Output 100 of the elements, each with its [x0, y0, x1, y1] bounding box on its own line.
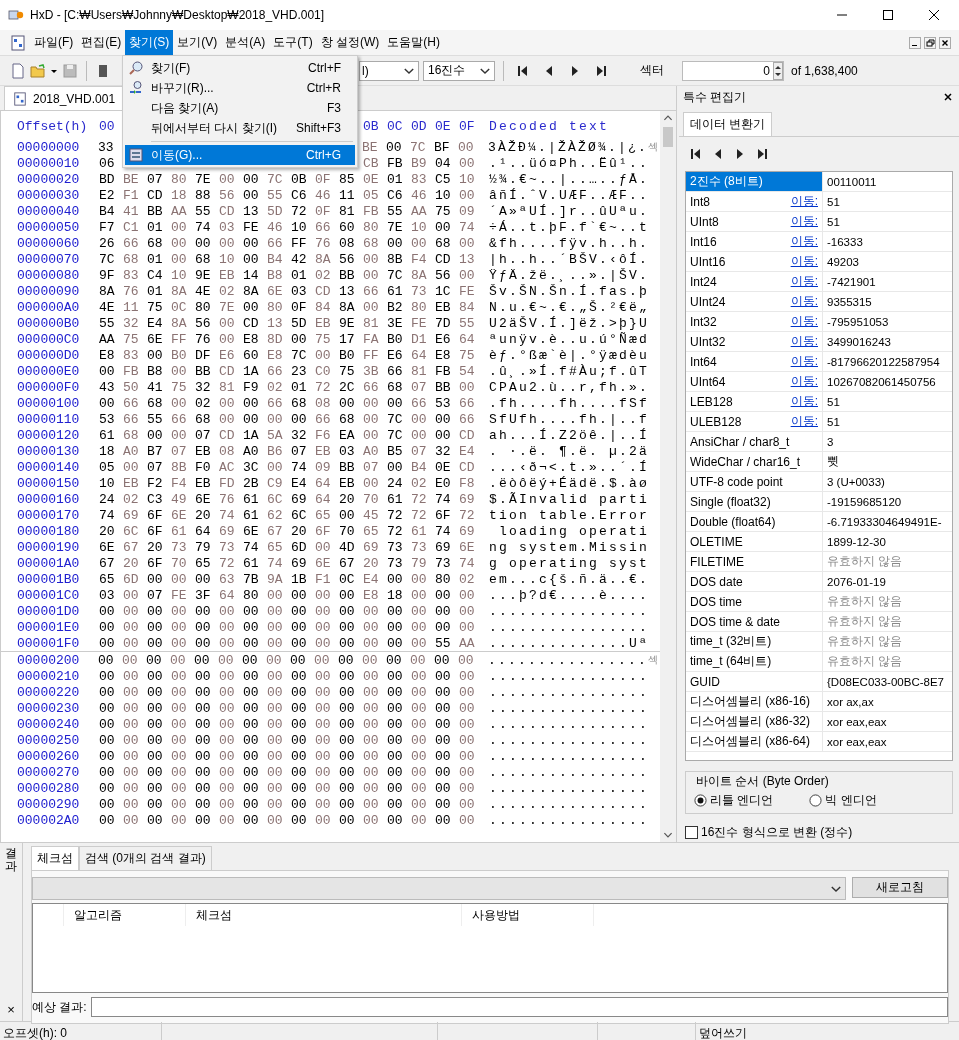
decoded-text[interactable]: ................ — [489, 716, 651, 732]
hex-byte[interactable]: EB — [123, 475, 139, 491]
hex-byte[interactable]: B4 — [267, 251, 283, 267]
hex-byte[interactable]: 79 — [411, 555, 427, 571]
value-cell[interactable]: 49203 — [823, 252, 859, 271]
hex-byte[interactable]: 20 — [123, 555, 139, 571]
hex-byte[interactable]: E6 — [435, 331, 451, 347]
type-cell[interactable]: Int64 이동: — [686, 352, 823, 371]
hex-byte[interactable]: 8B — [171, 459, 187, 475]
goto-link[interactable]: 이동: — [790, 353, 818, 370]
hex-byte[interactable]: 55 — [147, 411, 163, 427]
hex-byte[interactable]: 46 — [315, 187, 331, 203]
hex-byte[interactable]: 00 — [339, 700, 355, 716]
hex-byte[interactable]: CD — [459, 459, 475, 475]
hex-byte[interactable]: 8A — [99, 283, 115, 299]
hex-byte[interactable]: 7B — [243, 571, 259, 587]
hex-byte[interactable]: 55 — [195, 203, 211, 219]
hex-byte[interactable]: E4 — [147, 315, 163, 331]
hex-byte[interactable]: 00 — [291, 587, 307, 603]
hex-byte[interactable]: 00 — [219, 700, 235, 716]
hex-byte[interactable]: 00 — [411, 619, 427, 635]
hex-byte[interactable]: 00 — [387, 684, 403, 700]
hex-byte[interactable]: 00 — [387, 619, 403, 635]
hex-byte[interactable]: 55 — [267, 187, 283, 203]
hex-byte[interactable]: 00 — [195, 732, 211, 748]
hex-byte[interactable]: 00 — [99, 812, 115, 828]
hex-byte[interactable]: 00 — [459, 732, 475, 748]
hex-byte[interactable]: EB — [435, 299, 451, 315]
value-cell[interactable]: 3499016243 — [823, 332, 891, 351]
hex-byte[interactable]: 00 — [243, 299, 259, 315]
hex-byte[interactable]: 74 — [99, 507, 115, 523]
hex-byte[interactable]: 72 — [411, 491, 427, 507]
hex-byte[interactable]: 73 — [411, 283, 427, 299]
hex-byte[interactable]: 00 — [459, 187, 475, 203]
hex-byte[interactable]: 75 — [315, 331, 331, 347]
hex-byte[interactable]: 66 — [363, 379, 379, 395]
hex-byte[interactable]: 00 — [315, 796, 331, 812]
hex-byte[interactable]: 00 — [147, 812, 163, 828]
menu-item[interactable]: 찾기(S) — [125, 30, 174, 55]
hex-byte[interactable]: 66 — [315, 411, 331, 427]
menu-item[interactable]: 분석(A) — [221, 30, 270, 55]
hex-byte[interactable]: 0E — [435, 459, 451, 475]
hex-byte[interactable]: 00 — [387, 796, 403, 812]
hex-byte[interactable]: 00 — [339, 395, 355, 411]
hex-byte[interactable]: 00 — [315, 780, 331, 796]
hex-byte[interactable]: 00 — [291, 619, 307, 635]
hex-byte[interactable]: 69 — [291, 491, 307, 507]
hex-byte[interactable]: 00 — [387, 571, 403, 587]
hex-byte[interactable]: 00 — [123, 668, 139, 684]
hex-byte[interactable]: 00 — [289, 652, 306, 668]
type-cell[interactable]: GUID — [686, 672, 823, 691]
hex-byte[interactable]: 80 — [267, 299, 283, 315]
hex-byte[interactable]: 00 — [435, 764, 451, 780]
hex-byte[interactable]: 4E — [195, 283, 211, 299]
hex-byte[interactable]: 00 — [363, 748, 379, 764]
hex-byte[interactable]: B9 — [411, 155, 427, 171]
hex-byte[interactable]: 3B — [363, 363, 379, 379]
hex-byte[interactable]: E8 — [243, 331, 259, 347]
hex-byte[interactable]: 70 — [171, 555, 187, 571]
hex-byte[interactable]: EB — [219, 267, 235, 283]
decoded-text[interactable]: .ëòôëý+Éädë.$.àø — [489, 475, 651, 491]
new-file-icon[interactable] — [10, 62, 26, 79]
hex-byte[interactable]: C1 — [123, 219, 139, 235]
hex-byte[interactable]: 00 — [267, 603, 283, 619]
hex-byte[interactable]: 7C — [387, 411, 403, 427]
hex-byte[interactable]: B4 — [99, 203, 115, 219]
hex-byte[interactable]: A0 — [123, 443, 139, 459]
hex-byte[interactable]: 00 — [171, 619, 187, 635]
hex-byte[interactable]: 56 — [219, 187, 235, 203]
hex-byte[interactable]: E0 — [435, 475, 451, 491]
hex-byte[interactable]: 00 — [219, 635, 235, 651]
hex-byte[interactable]: 00 — [147, 603, 163, 619]
hex-byte[interactable]: 00 — [219, 796, 235, 812]
hex-byte[interactable]: 00 — [219, 315, 235, 331]
hex-byte[interactable]: F2 — [147, 475, 163, 491]
hex-byte[interactable]: 00 — [195, 571, 211, 587]
hex-byte[interactable]: 69 — [459, 523, 475, 539]
menu-item[interactable]: 뒤에서부터 다시 찾기(I) Shift+F3 — [125, 118, 355, 138]
hex-byte[interactable]: 10 — [411, 219, 427, 235]
hex-byte[interactable]: 10 — [219, 251, 235, 267]
menu-item[interactable]: 보기(V) — [173, 30, 222, 55]
hex-byte[interactable]: 00 — [171, 635, 187, 651]
hex-byte[interactable]: 00 — [195, 684, 211, 700]
hex-byte[interactable]: 7D — [435, 315, 451, 331]
decoded-text[interactable]: ªunÿv.è..u.ú°Ñæd — [489, 331, 651, 347]
hex-byte[interactable]: 00 — [243, 235, 259, 251]
hex-byte[interactable]: 24 — [387, 475, 403, 491]
hex-byte[interactable]: 00 — [145, 652, 162, 668]
hex-byte[interactable]: 00 — [435, 716, 451, 732]
value-cell[interactable]: -81796620122587954 — [823, 352, 940, 371]
hex-byte[interactable]: 56 — [435, 267, 451, 283]
decoded-text[interactable]: .û¸.»Í.f#Àu;f.ûT — [489, 363, 651, 379]
type-cell[interactable]: UTF-8 code point — [686, 472, 823, 491]
goto-link[interactable]: 이동: — [790, 373, 818, 390]
goto-link[interactable]: 이동: — [790, 333, 818, 350]
hex-byte[interactable]: 64 — [411, 347, 427, 363]
type-cell[interactable]: OLETIME — [686, 532, 823, 551]
hex-byte[interactable]: 00 — [123, 812, 139, 828]
hex-byte[interactable]: 00 — [147, 635, 163, 651]
hex-byte[interactable]: 8A — [411, 267, 427, 283]
